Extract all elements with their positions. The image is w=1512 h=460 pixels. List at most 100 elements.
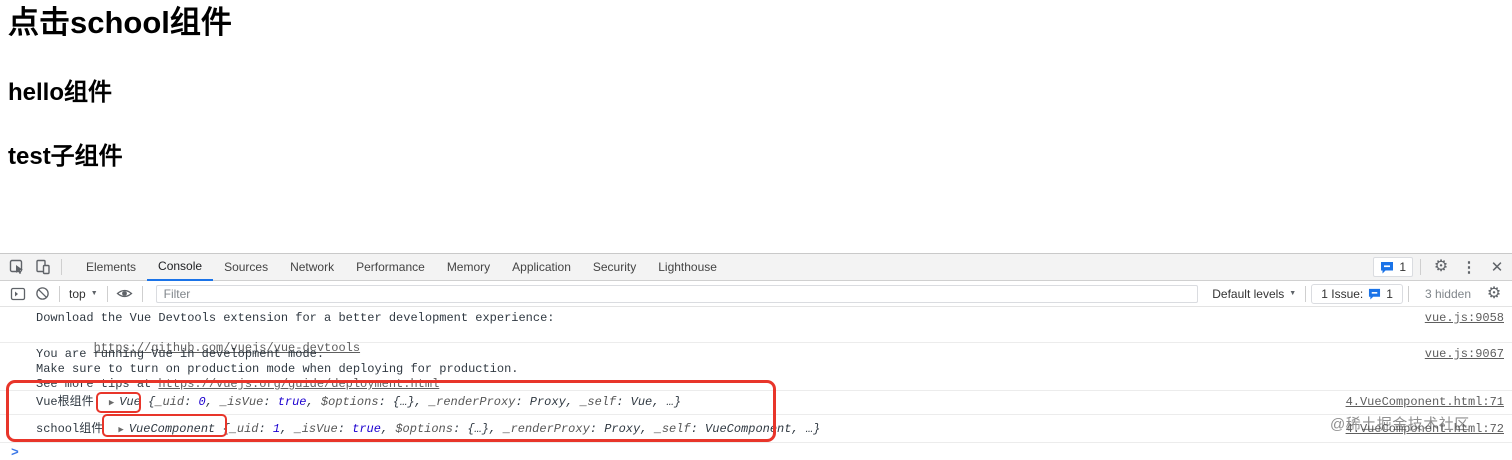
preview-token: : <box>589 422 605 436</box>
devtools-tabbar: Elements Console Sources Network Performance… <box>0 254 1512 281</box>
preview-token: Vue <box>630 395 653 409</box>
chevron-down-icon: ▼ <box>1289 290 1297 297</box>
preview-token: _isVue <box>294 422 338 436</box>
source-link[interactable]: 4.VueComponent.html:71 <box>1346 391 1512 414</box>
tabbar-divider <box>61 259 62 275</box>
preview-token: : <box>263 395 278 409</box>
preview-token: _isVue <box>220 395 264 409</box>
more-options-icon[interactable]: ⋮ <box>1456 254 1482 280</box>
console-prompt[interactable]: > <box>0 443 1512 459</box>
preview-token: _renderProxy <box>503 422 590 436</box>
preview-token: : <box>258 422 273 436</box>
console-settings-gear-icon[interactable]: ⚙ <box>1482 282 1506 306</box>
issues-counter-button[interactable]: 1 <box>1373 257 1413 277</box>
tab-security[interactable]: Security <box>582 254 647 281</box>
tab-elements[interactable]: Elements <box>75 254 147 281</box>
preview-token: _uid <box>155 395 185 409</box>
source-link[interactable]: vue.js:9058 <box>1425 307 1512 342</box>
hello-component-heading: hello组件 <box>8 79 113 107</box>
object-preview: Vue {_uid: 0, _isVue: true, $options: {…… <box>119 395 681 409</box>
devtools-tab-strip: Elements Console Sources Network Performance… <box>75 254 728 281</box>
clear-console-icon[interactable] <box>30 282 54 306</box>
tab-lighthouse[interactable]: Lighthouse <box>647 254 728 281</box>
console-message-devtools-download: Download the Vue Devtools extension for … <box>0 307 1512 355</box>
issues-button[interactable]: 1 Issue: 1 <box>1311 283 1403 304</box>
preview-token: , <box>380 422 396 436</box>
console-message-school-component: school组件 ▶ VueComponent {_uid: 1, _isVue:… <box>0 415 1512 443</box>
tab-performance[interactable]: Performance <box>345 254 436 281</box>
preview-token: $options <box>320 395 379 409</box>
console-message-vue-root: Vue根组件 ▶ Vue {_uid: 0, _isVue: true, $opt… <box>0 391 1512 415</box>
console-filter-input[interactable] <box>155 284 1199 303</box>
source-link[interactable]: vue.js:9067 <box>1425 343 1512 390</box>
preview-token: _uid <box>229 422 259 436</box>
preview-token: true <box>352 422 381 436</box>
tab-console[interactable]: Console <box>147 254 214 281</box>
toolbar-divider-2 <box>106 285 108 302</box>
console-message-dev-mode: You are running Vue in development mode.… <box>0 343 1512 391</box>
tabbar-right-divider <box>1420 259 1421 275</box>
preview-token: : {…}, <box>378 395 429 409</box>
preview-token: { <box>222 422 230 436</box>
prompt-chevron-icon: > <box>11 445 19 460</box>
tabbar-right-controls: 1 ⚙ ⋮ ✕ <box>1373 254 1512 280</box>
preview-token: , <box>205 395 221 409</box>
issues-icon <box>1380 261 1394 274</box>
toolbar-divider-3 <box>141 285 143 302</box>
tab-sources[interactable]: Sources <box>213 254 279 281</box>
preview-token: VueComponent <box>705 422 792 436</box>
preview-token: true <box>277 395 307 409</box>
preview-token: _renderProxy <box>428 395 516 409</box>
preview-token: , <box>640 422 655 436</box>
issues-button-label: 1 Issue: <box>1321 286 1364 301</box>
chevron-down-icon: ▼ <box>90 290 98 297</box>
tab-memory[interactable]: Memory <box>436 254 501 281</box>
toolbar-divider-5 <box>1407 285 1409 302</box>
console-sidebar-icon[interactable] <box>6 282 30 306</box>
preview-token: , …} <box>791 422 821 436</box>
live-expression-eye-icon[interactable] <box>113 282 137 306</box>
preview-token: : <box>616 395 631 409</box>
preview-token: , <box>280 422 295 436</box>
settings-gear-icon[interactable]: ⚙ <box>1428 254 1454 280</box>
expand-arrow-icon[interactable]: ▶ <box>118 425 123 435</box>
preview-token: 1 <box>272 422 281 436</box>
inspect-element-icon[interactable] <box>4 254 30 280</box>
object-preview: VueComponent {_uid: 1, _isVue: true, $op… <box>129 422 820 436</box>
constructor-name: Vue <box>119 395 149 409</box>
message-text: Make sure to turn on production mode whe… <box>36 362 519 376</box>
log-levels-selector[interactable]: Default levels ▼ <box>1208 287 1300 301</box>
device-toolbar-icon[interactable] <box>30 254 56 280</box>
preview-token: : {…}, <box>452 422 504 436</box>
deployment-tips-link[interactable]: https://vuejs.org/guide/deployment.html <box>158 377 439 391</box>
preview-token: Proxy <box>529 395 566 409</box>
context-selector[interactable]: top ▼ <box>65 287 102 301</box>
log-label: school组件 <box>36 422 111 436</box>
console-messages: Download the Vue Devtools extension for … <box>0 307 1512 459</box>
preview-token: , …} <box>652 395 682 409</box>
test-component-heading: test子组件 <box>8 143 123 171</box>
toolbar-divider-4 <box>1305 285 1307 302</box>
preview-token: , <box>565 395 581 409</box>
preview-token: : <box>337 422 353 436</box>
preview-token: _self <box>654 422 691 436</box>
issues-count: 1 <box>1399 260 1406 274</box>
preview-token: : <box>690 422 706 436</box>
issues-button-count: 1 <box>1386 286 1393 301</box>
console-toolbar: top ▼ Default levels ▼ 1 Issue: 1 <box>0 281 1512 307</box>
constructor-name: VueComponent <box>128 422 223 436</box>
tab-application[interactable]: Application <box>501 254 582 281</box>
page-title: 点击school组件 <box>8 5 232 40</box>
hidden-messages-label: 3 hidden <box>1424 286 1471 301</box>
preview-token: 0 <box>198 395 206 409</box>
preview-token: : <box>184 395 199 409</box>
preview-token: , <box>306 395 321 409</box>
close-devtools-icon[interactable]: ✕ <box>1484 254 1510 280</box>
expand-arrow-icon[interactable]: ▶ <box>109 398 114 408</box>
log-levels-label: Default levels <box>1212 286 1285 301</box>
message-text: You are running Vue in development mode. <box>36 347 325 361</box>
tab-network[interactable]: Network <box>279 254 345 281</box>
preview-token: Proxy <box>604 422 641 436</box>
issues-icon <box>1368 288 1381 300</box>
source-link[interactable]: 4.VueComponent.html:72 <box>1346 415 1512 442</box>
